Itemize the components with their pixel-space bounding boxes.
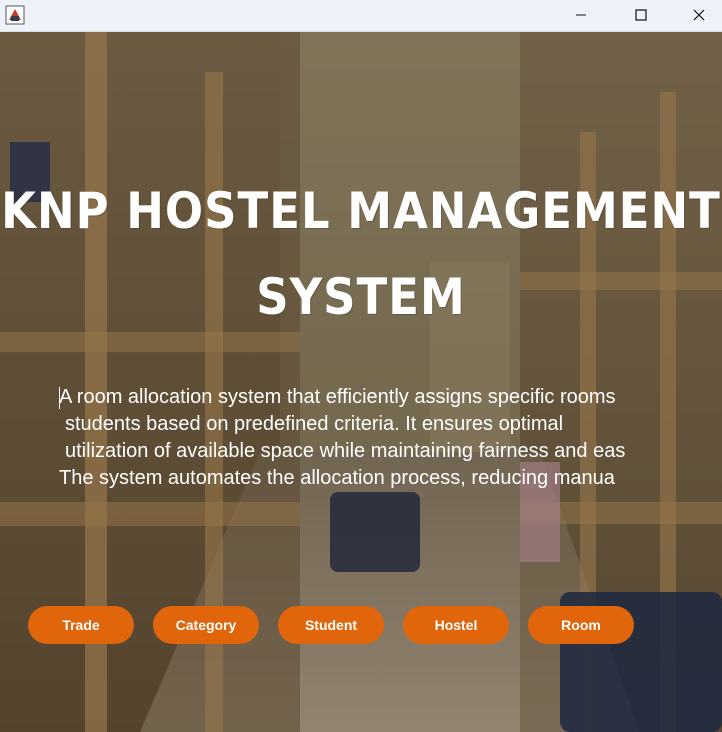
page-title-line-1: KNP HOSTEL MANAGEMENT xyxy=(1,182,721,240)
hostel-button[interactable]: Hostel xyxy=(403,606,509,644)
main-panel: KNP HOSTEL MANAGEMENT SYSTEM A room allo… xyxy=(0,32,722,732)
description-line: A room allocation system that efficientl… xyxy=(59,386,616,408)
maximize-icon xyxy=(635,9,647,21)
close-button[interactable] xyxy=(676,0,722,30)
trade-button[interactable]: Trade xyxy=(28,606,134,644)
student-button[interactable]: Student xyxy=(278,606,384,644)
description-text-area[interactable]: A room allocation system that efficientl… xyxy=(59,384,685,496)
description-line: The system automates the allocation proc… xyxy=(59,467,615,489)
close-icon xyxy=(693,9,705,21)
minimize-icon xyxy=(576,14,586,16)
minimize-button[interactable] xyxy=(558,0,604,30)
description-line: utilization of available space while mai… xyxy=(65,440,626,462)
java-app-icon xyxy=(5,5,25,25)
room-button[interactable]: Room xyxy=(528,606,634,644)
description-line: students based on predefined criteria. I… xyxy=(65,413,564,435)
page-title-line-2: SYSTEM xyxy=(256,268,466,326)
window-titlebar xyxy=(0,0,722,32)
category-button[interactable]: Category xyxy=(153,606,259,644)
text-caret xyxy=(59,387,60,409)
maximize-button[interactable] xyxy=(618,0,664,30)
